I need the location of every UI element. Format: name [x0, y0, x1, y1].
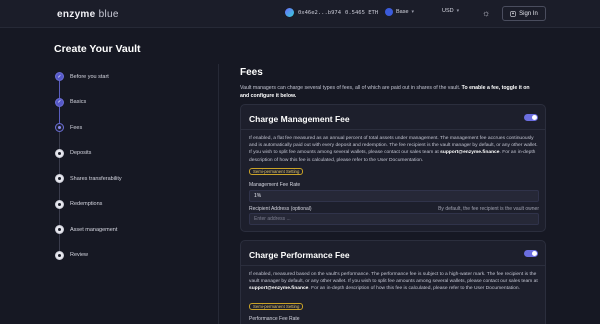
wizard-steps: ✓ Before you start ✓ Basics Fees Deposit…	[55, 64, 122, 268]
step-label: Fees	[70, 124, 83, 131]
currency-label: USD	[442, 8, 454, 14]
pending-step-icon	[55, 199, 64, 209]
step-asset-management[interactable]: Asset management	[55, 217, 122, 251]
column-divider	[218, 64, 219, 324]
performance-fee-title: Charge Performance Fee	[249, 250, 350, 260]
user-icon	[510, 10, 516, 17]
step-label: Shares transferability	[70, 175, 122, 182]
step-label: Before you start	[70, 73, 109, 80]
base-network-icon	[385, 8, 393, 16]
performance-fee-toggle[interactable]	[524, 250, 538, 257]
sign-in-label: Sign In	[519, 10, 538, 17]
sign-in-button[interactable]: Sign In	[502, 6, 546, 21]
step-connector	[59, 208, 60, 225]
management-fee-rate-label: Management Fee Rate	[249, 182, 301, 188]
pending-step-icon	[55, 225, 64, 235]
check-icon: ✓	[55, 72, 64, 82]
management-fee-card: Charge Management Fee If enabled, a flat…	[240, 104, 546, 232]
step-deposits[interactable]: Deposits	[55, 141, 122, 174]
step-redemptions[interactable]: Redemptions	[55, 192, 122, 225]
management-fee-toggle[interactable]	[524, 114, 538, 121]
network-selector[interactable]: Base ▾	[385, 8, 414, 16]
step-connector	[59, 183, 60, 200]
step-connector	[59, 157, 60, 174]
semi-permanent-badge: Semi-permanent Setting	[249, 168, 304, 175]
management-fee-description: If enabled, a flat fee measured as an an…	[249, 136, 538, 163]
support-email-link[interactable]: support@enzyme.finance	[440, 150, 499, 155]
step-connector	[59, 234, 60, 251]
top-bar: enzyme blue 0x46e2...b974 0.5465 ETH Bas…	[0, 0, 600, 28]
pending-step-icon	[55, 148, 64, 158]
wallet-info[interactable]: 0x46e2...b974 0.5465 ETH	[285, 8, 378, 17]
pending-step-icon	[55, 174, 64, 184]
step-review[interactable]: Review	[55, 243, 122, 269]
wallet-avatar-icon	[285, 8, 294, 17]
check-icon: ✓	[55, 97, 64, 107]
chevron-down-icon: ▾	[411, 9, 415, 15]
page-title: Create Your Vault	[54, 43, 141, 55]
semi-permanent-badge: Semi-permanent Setting	[249, 303, 304, 310]
step-label: Review	[70, 252, 89, 259]
step-label: Basics	[70, 99, 87, 106]
card-divider	[241, 129, 545, 130]
section-title: Fees	[240, 67, 263, 78]
recipient-hint: By default, the fee recipient is the vau…	[438, 206, 539, 212]
management-fee-rate-input[interactable]: 1%	[249, 190, 539, 202]
management-fee-title: Charge Management Fee	[249, 114, 350, 124]
step-connector	[59, 132, 60, 149]
step-fees[interactable]: Fees	[55, 115, 122, 149]
currency-selector[interactable]: USD ▾	[442, 8, 459, 14]
current-step-icon	[55, 123, 64, 133]
pending-step-icon	[55, 250, 64, 260]
performance-fee-rate-label: Performance Fee Rate	[249, 316, 300, 322]
step-connector	[59, 81, 60, 98]
card-divider	[241, 265, 545, 266]
wallet-address: 0x46e2...b974	[298, 9, 342, 16]
section-intro: Vault managers can charge several types …	[240, 85, 530, 99]
step-basics[interactable]: ✓ Basics	[55, 90, 122, 123]
step-label: Asset management	[70, 226, 118, 233]
step-shares-transferability[interactable]: Shares transferability	[55, 166, 122, 200]
support-email-link[interactable]: support@enzyme.finance	[249, 286, 308, 291]
recipient-address-input[interactable]: Enter address ...	[249, 213, 539, 225]
step-label: Redemptions	[70, 201, 103, 208]
step-label: Deposits	[70, 150, 92, 157]
wallet-balance: 0.5465 ETH	[345, 9, 379, 16]
recipient-address-label: Recipient Address (optional)	[249, 206, 312, 212]
enzyme-logo[interactable]: enzyme blue	[57, 9, 119, 20]
step-connector	[59, 106, 60, 123]
theme-toggle-sun-icon[interactable]: ☼	[482, 8, 490, 18]
performance-fee-card: Charge Performance Fee If enabled, measu…	[240, 240, 546, 324]
network-label: Base	[396, 9, 409, 15]
performance-fee-description: If enabled, measured based on the vault'…	[249, 272, 538, 292]
chevron-down-icon: ▾	[456, 8, 460, 14]
step-before-you-start[interactable]: ✓ Before you start	[55, 64, 122, 98]
